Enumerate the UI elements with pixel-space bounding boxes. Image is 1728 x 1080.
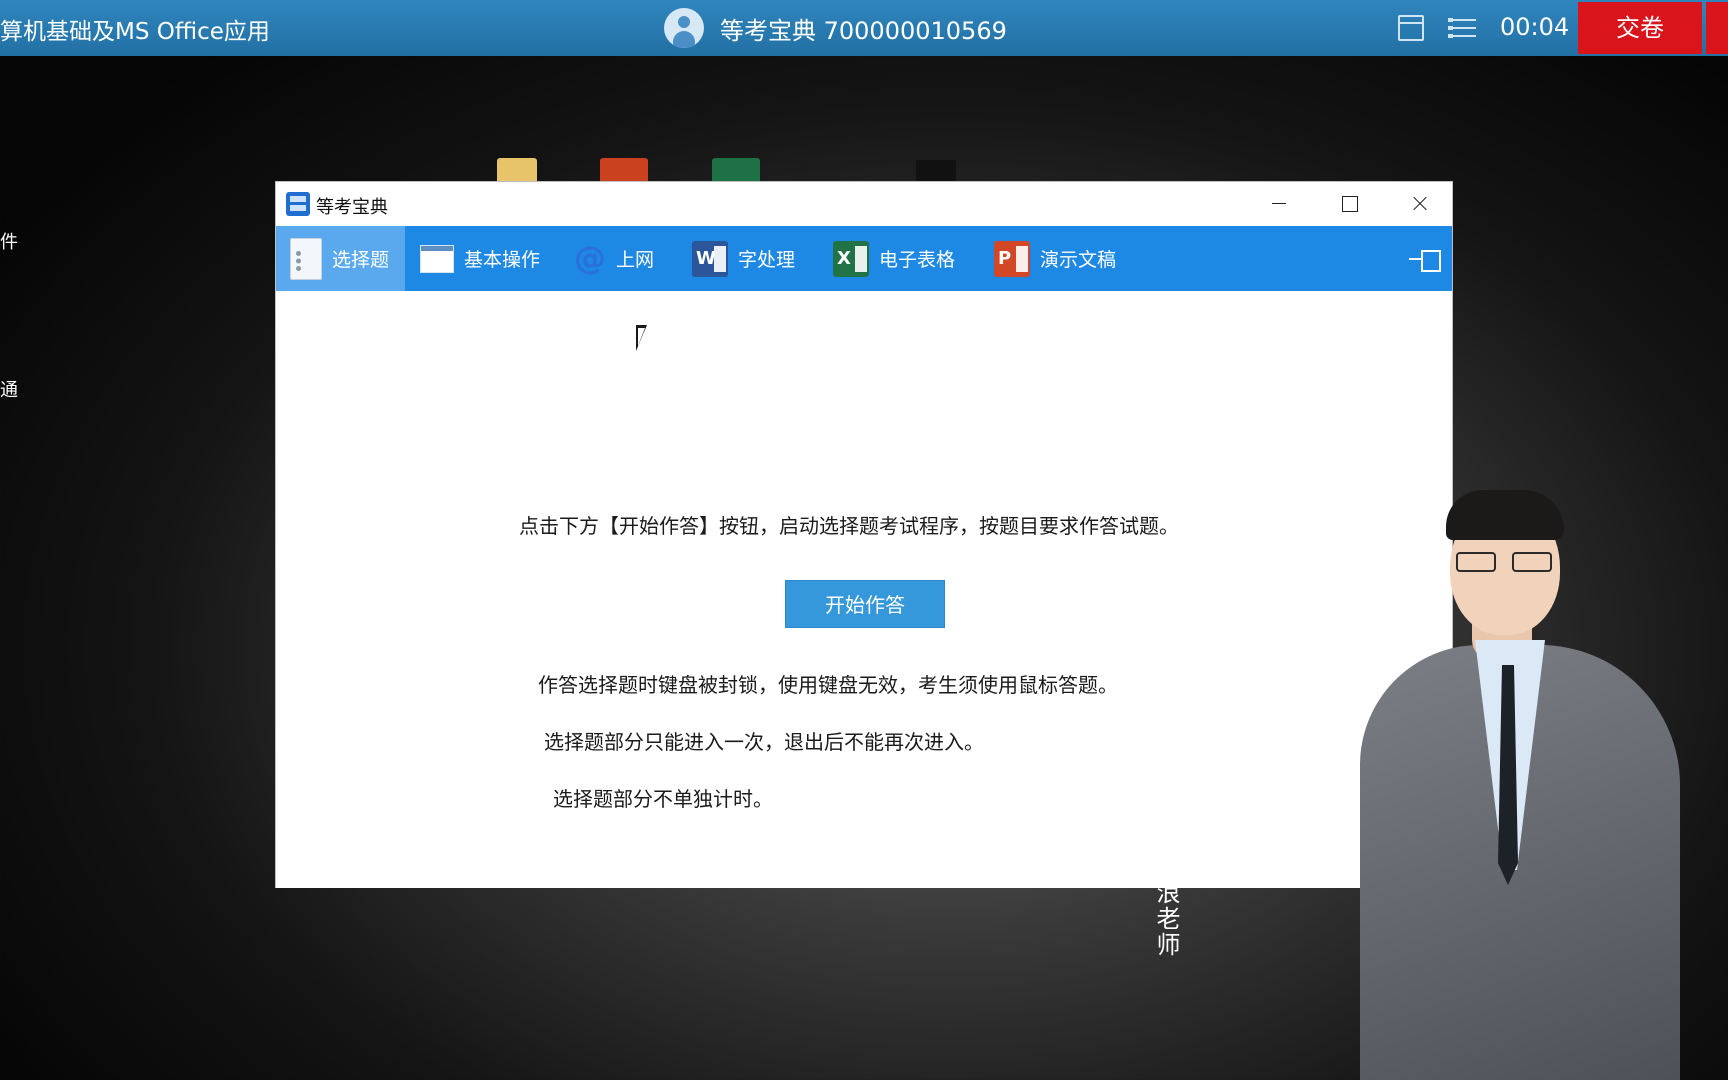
list-icon[interactable] — [1448, 15, 1476, 41]
presenter-glasses — [1456, 552, 1554, 572]
window-icon — [420, 244, 454, 273]
at-icon: @ — [574, 238, 606, 277]
pin-icon[interactable] — [1409, 246, 1441, 272]
tab-label: 电子表格 — [879, 249, 956, 271]
tab-label: 选择题 — [332, 249, 390, 271]
candidate-id: 等考宝典 700000010569 — [720, 16, 1007, 45]
submit-exam-button[interactable]: 交卷 — [1578, 2, 1702, 54]
desktop-logo-icon — [916, 160, 956, 182]
mouse-cursor-icon — [636, 325, 647, 351]
note-text: 作答选择题时键盘被封锁，使用键盘无效，考生须使用鼠标答题。 — [538, 673, 1118, 697]
exam-top-bar: 算机基础及MS Office应用 等考宝典 700000010569 00:04… — [0, 0, 1728, 56]
tab-label: 基本操作 — [464, 249, 541, 271]
teacher-watermark: 浪老师 — [1152, 880, 1180, 958]
document-icon — [290, 237, 322, 280]
presenter-hair — [1446, 490, 1564, 540]
powerpoint-icon: P — [994, 240, 1030, 277]
tab-basic-operations[interactable]: 基本操作 — [420, 226, 540, 291]
presenter-image — [1300, 490, 1728, 1080]
exam-timer: 00:04 — [1500, 13, 1570, 41]
close-button[interactable] — [1384, 182, 1454, 226]
tab-word-processing[interactable]: W 字处理 — [692, 226, 795, 291]
maximize-button[interactable] — [1314, 182, 1384, 226]
desktop-folder-icon — [497, 158, 537, 182]
section-tab-bar: 选择题 基本操作 @ 上网 W 字处理 X 电子表格 P 演示文稿 — [276, 226, 1452, 291]
tab-presentation[interactable]: P 演示文稿 — [994, 226, 1116, 291]
minimize-button[interactable] — [1244, 182, 1314, 226]
tab-spreadsheet[interactable]: X 电子表格 — [833, 226, 955, 291]
desktop-label-fragment: 通 — [0, 380, 18, 401]
instruction-text: 点击下方【开始作答】按钮，启动选择题考试程序，按题目要求作答试题。 — [519, 514, 1179, 538]
desktop-excel-icon — [712, 158, 760, 182]
tab-label: 演示文稿 — [1040, 249, 1117, 271]
start-answering-button[interactable]: 开始作答 — [785, 580, 945, 628]
window-icon[interactable] — [1398, 15, 1424, 41]
tab-label: 上网 — [616, 249, 655, 271]
window-titlebar[interactable]: 等考宝典 — [276, 182, 1452, 226]
note-text: 选择题部分只能进入一次，退出后不能再次进入。 — [544, 730, 984, 754]
user-avatar-icon — [664, 8, 704, 48]
tab-internet[interactable]: @ 上网 — [574, 226, 654, 291]
candidate-info: 等考宝典 700000010569 — [664, 8, 1007, 48]
desktop-label-fragment: 件 — [0, 232, 18, 253]
section-content: 点击下方【开始作答】按钮，启动选择题考试程序，按题目要求作答试题。 开始作答 作… — [276, 291, 1452, 888]
word-icon: W — [692, 240, 728, 277]
topbar-edge — [1706, 2, 1728, 54]
note-text: 选择题部分不单独计时。 — [553, 787, 773, 811]
desktop-powerpoint-icon — [600, 158, 648, 182]
tab-multiple-choice[interactable]: 选择题 — [276, 226, 405, 291]
app-logo-icon — [286, 192, 310, 216]
exam-subject-title: 算机基础及MS Office应用 — [0, 19, 270, 45]
window-title: 等考宝典 — [316, 197, 388, 218]
tab-label: 字处理 — [738, 249, 796, 271]
exam-app-window: 等考宝典 选择题 基本操作 @ 上网 W 字处理 X 电子表格 P 演示文稿 点… — [275, 181, 1453, 888]
excel-icon: X — [833, 240, 869, 277]
